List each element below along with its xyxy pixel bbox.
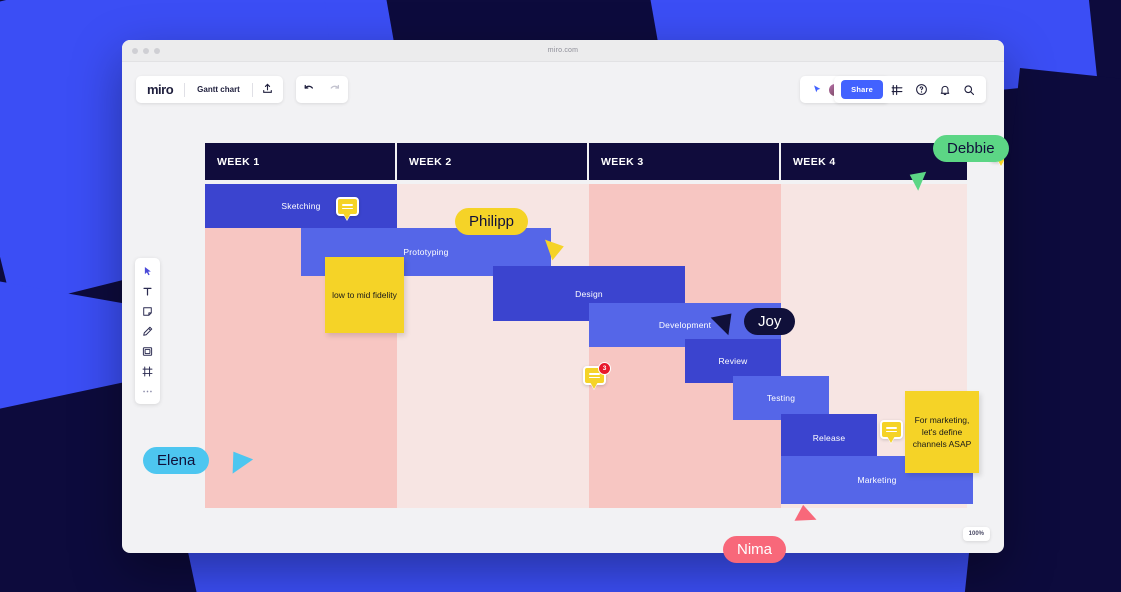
frame-tool[interactable]: [139, 364, 157, 378]
actions-toolbar: Share: [834, 76, 986, 103]
week-header-1: WEEK 1: [205, 143, 397, 180]
more-tools[interactable]: [139, 384, 157, 398]
gantt-board: WEEK 1 WEEK 2 WEEK 3 WEEK 4 Sketching Pr…: [205, 139, 1004, 508]
week-header-row: WEEK 1 WEEK 2 WEEK 3 WEEK 4: [205, 143, 967, 180]
share-button[interactable]: Share: [841, 80, 883, 99]
cursor-label-debbie: Debbie: [933, 135, 1009, 162]
upload-button[interactable]: [253, 81, 283, 99]
cursor-share-icon[interactable]: [807, 80, 827, 100]
url-text: miro.com: [547, 47, 579, 54]
frame-icon[interactable]: [887, 80, 907, 100]
search-icon[interactable]: [959, 80, 979, 100]
week-header-3: WEEK 3: [589, 143, 781, 180]
week-header-2: WEEK 2: [397, 143, 589, 180]
sticky-note-fidelity[interactable]: low to mid fidelity: [325, 257, 404, 333]
left-tool-palette: [135, 258, 160, 404]
cursor-label-joy: Joy: [744, 308, 796, 335]
browser-window: miro.com miro Gantt chart Share WEEK 1 W…: [122, 40, 1004, 553]
card-tool[interactable]: [139, 344, 157, 358]
comment-icon: 3: [583, 362, 611, 389]
select-tool[interactable]: [139, 264, 157, 278]
cursor-arrow-elena: [232, 451, 254, 475]
miro-logo[interactable]: miro: [136, 82, 184, 97]
app-toolbar: miro Gantt chart Share: [122, 62, 1004, 116]
cursor-label-elena: Elena: [143, 447, 210, 474]
comment-pin-week2[interactable]: 3: [583, 362, 611, 389]
task-bar-sketching[interactable]: Sketching: [205, 184, 397, 228]
sticky-note-marketing[interactable]: For marketing, let's define channels ASA…: [905, 391, 979, 473]
pen-tool[interactable]: [139, 324, 157, 338]
bell-icon[interactable]: [935, 80, 955, 100]
comment-count-badge: 3: [598, 362, 611, 375]
undo-icon: [303, 81, 315, 99]
zoom-level-indicator[interactable]: 100%: [962, 527, 990, 541]
comment-icon: [336, 197, 359, 220]
upload-icon: [262, 81, 273, 99]
sticky-note-tool[interactable]: [139, 304, 157, 318]
cursor-label-philipp: Philipp: [455, 208, 529, 235]
text-tool[interactable]: [139, 284, 157, 298]
undo-button[interactable]: [296, 81, 322, 99]
redo-button[interactable]: [322, 81, 348, 99]
cursor-label-nima: Nima: [723, 536, 787, 563]
redo-icon: [329, 81, 341, 99]
cursor-arrow-joy: [708, 310, 732, 336]
task-bar-release[interactable]: Release: [781, 414, 877, 462]
history-toolbar: [296, 76, 348, 103]
task-bars: Sketching Prototyping Design Development…: [205, 139, 1004, 508]
document-title[interactable]: Gantt chart: [185, 85, 252, 94]
document-toolbar: miro Gantt chart: [136, 76, 283, 103]
comment-pin-release[interactable]: [880, 420, 903, 443]
help-icon[interactable]: [911, 80, 931, 100]
browser-titlebar: miro.com: [122, 40, 1004, 62]
comment-icon: [880, 420, 903, 443]
comment-pin-sketching[interactable]: [336, 197, 359, 220]
